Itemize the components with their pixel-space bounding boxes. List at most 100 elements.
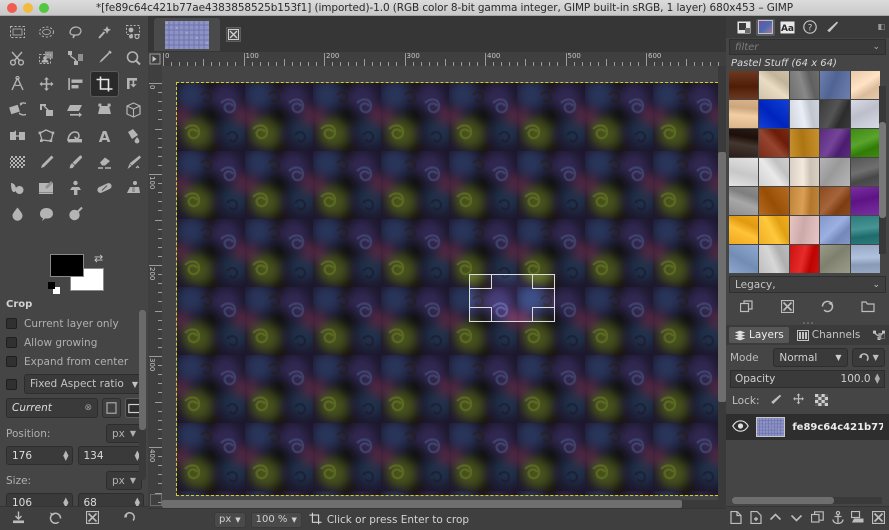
reset-tool-options-button[interactable]	[123, 511, 136, 527]
layer-mode-dropdown[interactable]: Normal ▼	[773, 348, 847, 367]
chevron-down-icon[interactable]: ⌄	[872, 42, 880, 52]
pattern-swatch[interactable]	[759, 158, 788, 186]
warp-transform-tool[interactable]	[61, 123, 90, 149]
option-expand-from-center[interactable]: Expand from center	[4, 352, 144, 371]
pattern-swatch[interactable]	[851, 245, 880, 273]
lower-layer-button[interactable]	[790, 512, 803, 526]
clear-icon[interactable]: ⊗	[84, 403, 92, 413]
option-allow-growing[interactable]: Allow growing	[4, 333, 144, 352]
pattern-grid[interactable]	[729, 71, 886, 273]
transform-tool[interactable]	[119, 71, 148, 97]
raise-layer-button[interactable]	[769, 512, 782, 526]
cage-transform-tool[interactable]	[32, 123, 61, 149]
pattern-swatch[interactable]	[820, 158, 849, 186]
crop-handle-bottom-right-h[interactable]	[533, 307, 554, 308]
layer-row[interactable]: fe89c64c421b77a	[726, 414, 889, 440]
new-layer-button[interactable]	[730, 511, 742, 527]
layer-list-horizontal-scrollbar[interactable]	[732, 497, 882, 504]
pattern-swatch[interactable]	[820, 245, 849, 273]
shear-tool[interactable]	[61, 97, 90, 123]
dodge-burn-tool[interactable]	[61, 201, 90, 227]
pattern-swatch[interactable]	[851, 158, 880, 186]
fonts-tab[interactable]: Aa	[778, 19, 797, 36]
pattern-swatch[interactable]	[851, 71, 880, 99]
rotate-tool[interactable]	[3, 97, 32, 123]
tool-presets-tab[interactable]	[822, 19, 841, 36]
close-image-icon[interactable]	[226, 27, 241, 42]
spinner-arrows-icon[interactable]: ▲▼	[875, 374, 880, 384]
rectangle-select-tool[interactable]	[3, 19, 32, 45]
text-tool[interactable]: A	[90, 123, 119, 149]
perspective-clone-tool[interactable]	[119, 175, 148, 201]
ink-tool[interactable]	[3, 175, 32, 201]
navigation-preview-button[interactable]	[718, 500, 726, 508]
free-select-tool[interactable]	[61, 19, 90, 45]
spinner-arrows-icon[interactable]: ▲▼	[63, 451, 68, 461]
checkbox-fixed[interactable]	[6, 379, 17, 390]
pattern-filter-input[interactable]: filter ⌄	[729, 39, 886, 55]
anchor-layer-button[interactable]	[832, 511, 844, 527]
crop-handle-bottom-left-v[interactable]	[491, 307, 492, 321]
crop-handle-bottom-right-v[interactable]	[532, 307, 533, 321]
position-x-input[interactable]: 176 ▲▼	[6, 446, 73, 465]
measure-tool[interactable]	[3, 71, 32, 97]
aspect-ratio-input[interactable]: Current ⊗	[6, 398, 98, 418]
position-unit-dropdown[interactable]: px ▼	[106, 424, 142, 443]
pattern-swatch[interactable]	[759, 187, 788, 215]
clone-tool[interactable]	[61, 175, 90, 201]
pattern-swatch[interactable]	[851, 100, 880, 128]
pattern-tag-dropdown[interactable]: Legacy, ⌄	[729, 276, 886, 293]
canvas-vertical-scrollbar[interactable]	[718, 66, 726, 512]
patterns-tab[interactable]	[756, 19, 775, 36]
layer-opacity-slider[interactable]: Opacity 100.0 ▲▼	[730, 370, 885, 388]
pattern-swatch[interactable]	[820, 129, 849, 157]
reset-colors-icon[interactable]	[48, 282, 60, 294]
pattern-swatch[interactable]	[851, 129, 880, 157]
crop-handle-top-right-v[interactable]	[532, 275, 533, 289]
pattern-swatch[interactable]	[790, 71, 819, 99]
image-tab[interactable]	[154, 18, 220, 51]
duplicate-layer-button[interactable]	[811, 511, 824, 526]
eraser-tool[interactable]	[90, 149, 119, 175]
delete-layer-button[interactable]	[872, 511, 885, 527]
bucket-fill-tool[interactable]	[119, 123, 148, 149]
refresh-patterns-button[interactable]	[821, 300, 834, 316]
scale-tool[interactable]	[32, 97, 61, 123]
horizontal-ruler[interactable]: 0100200300400500600	[162, 52, 726, 66]
tool-options-scrollbar[interactable]	[139, 310, 146, 480]
airbrush-tool[interactable]	[119, 149, 148, 175]
duplicate-pattern-button[interactable]	[740, 300, 754, 316]
delete-tool-preset-button[interactable]	[86, 511, 99, 527]
blur-sharpen-tool[interactable]	[3, 201, 32, 227]
option-current-layer-only[interactable]: Current layer only	[4, 314, 144, 333]
pattern-swatch[interactable]	[729, 245, 758, 273]
crop-handle-top-right-h[interactable]	[533, 288, 554, 289]
color-picker-tool[interactable]	[90, 45, 119, 71]
restore-tool-preset-button[interactable]	[49, 511, 62, 527]
checkbox-expand-from-center[interactable]	[6, 356, 17, 367]
pattern-swatch[interactable]	[729, 187, 758, 215]
size-unit-dropdown[interactable]: px ▼	[106, 471, 142, 490]
move-tool[interactable]	[32, 71, 61, 97]
brushes-tab[interactable]	[734, 19, 753, 36]
ellipse-select-tool[interactable]	[32, 19, 61, 45]
document-history-tab[interactable]: ?	[800, 19, 819, 36]
channels-tab[interactable]: Channels	[792, 327, 866, 343]
delete-pattern-button[interactable]	[781, 300, 794, 316]
statusbar-zoom-dropdown[interactable]: 100 % ▼	[251, 512, 302, 528]
pattern-swatch[interactable]	[759, 100, 788, 128]
open-pattern-as-image-button[interactable]	[861, 300, 875, 316]
save-tool-preset-button[interactable]	[12, 511, 25, 527]
fuzzy-select-tool[interactable]	[90, 19, 119, 45]
foreground-color-swatch[interactable]	[50, 254, 84, 277]
pattern-swatch[interactable]	[729, 216, 758, 244]
checkbox-current-layer-only[interactable]	[6, 318, 17, 329]
pattern-swatch[interactable]	[729, 71, 758, 99]
foreground-select-tool[interactable]	[32, 45, 61, 71]
alignment-tool[interactable]	[61, 71, 90, 97]
smudge-tool[interactable]	[32, 201, 61, 227]
canvas-area[interactable]	[162, 66, 718, 512]
pattern-swatch[interactable]	[820, 216, 849, 244]
pattern-swatch[interactable]	[790, 129, 819, 157]
dock-collapse-icon[interactable]: ◧	[877, 22, 885, 31]
